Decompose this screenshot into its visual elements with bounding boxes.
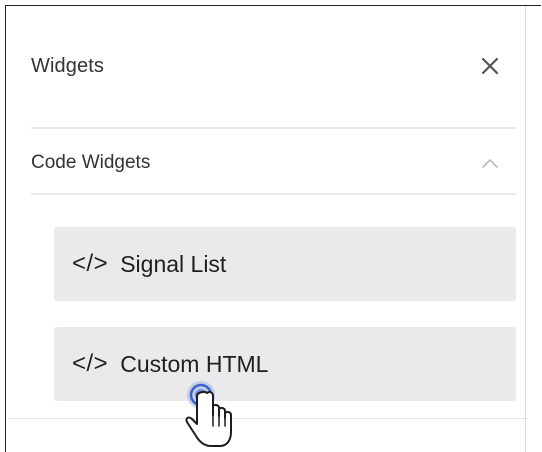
code-widgets-section-header[interactable]: Code Widgets bbox=[31, 140, 511, 186]
panel-title: Widgets bbox=[31, 54, 104, 77]
header-divider bbox=[31, 127, 516, 129]
hand-pointer-icon bbox=[185, 381, 232, 447]
code-icon: </> bbox=[72, 350, 109, 377]
widget-signal-list[interactable]: </> Signal List bbox=[54, 227, 516, 301]
panel-bottom-divider bbox=[8, 418, 528, 419]
close-icon bbox=[481, 57, 499, 75]
close-button[interactable] bbox=[473, 49, 507, 83]
panel-header: Widgets bbox=[31, 42, 513, 90]
section-divider bbox=[31, 193, 516, 195]
chevron-up-icon bbox=[482, 159, 498, 168]
widget-custom-html[interactable]: </> Custom HTML bbox=[54, 327, 516, 401]
code-icon: </> bbox=[72, 250, 109, 277]
section-toggle[interactable] bbox=[475, 148, 505, 178]
section-title: Code Widgets bbox=[31, 152, 151, 173]
widget-label: Signal List bbox=[120, 250, 227, 277]
panel-border bbox=[525, 6, 526, 452]
